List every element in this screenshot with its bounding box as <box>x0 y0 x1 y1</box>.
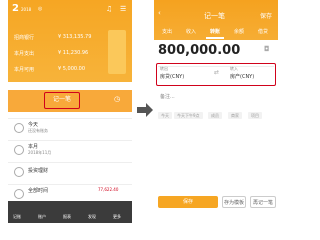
home-screen: 2 2018 ◎ ♫ ☰ 招商银行 ¥ 313,135.79 本月支出 ¥ 11… <box>8 0 132 223</box>
amount-display[interactable]: 800,000.00 <box>158 43 240 58</box>
list-item-amount: 77,622.40 <box>98 187 119 192</box>
balance-label-1: 招商银行 <box>14 35 35 41</box>
save-button[interactable]: 保存 <box>158 196 218 208</box>
arrow-right-icon <box>146 103 153 117</box>
clock-icon[interactable]: ◷ <box>114 96 120 103</box>
wallet-icon <box>14 167 24 177</box>
camera-icon[interactable]: ◘ <box>264 46 270 53</box>
tag-merchant[interactable]: 商家 <box>228 112 242 119</box>
list-item-all[interactable]: 全部时间 77,622.40 <box>8 184 132 202</box>
list-item-sub: 2018年11月 <box>28 150 52 155</box>
balance-value-1: ¥ 313,135.79 <box>58 34 92 40</box>
tag-project[interactable]: 项目 <box>248 112 262 119</box>
bell-icon[interactable]: ♫ <box>106 6 112 13</box>
nav-item-label[interactable]: 报表 <box>63 214 71 220</box>
calendar-icon <box>14 123 24 133</box>
page-title: 记一笔 <box>204 12 225 20</box>
list-item-title: 全部时间 <box>28 188 49 194</box>
balance-value-2: ¥ 11,230.96 <box>58 50 89 56</box>
balance-label-2: 本月支出 <box>14 51 35 57</box>
highlight-box <box>44 92 80 109</box>
balance-label-3: 本月可用 <box>14 67 35 73</box>
list-item-title: 今天 <box>28 122 39 128</box>
balance-value-3: ¥ 5,000.00 <box>58 66 86 72</box>
highlight-box <box>156 63 276 86</box>
tab-balance[interactable]: 余额 <box>234 28 244 35</box>
save-link[interactable]: 保存 <box>260 11 272 20</box>
bottom-nav: 记账 账户 报表 发现 更多 <box>8 201 132 223</box>
savings-jar-image <box>108 30 126 74</box>
eye-icon[interactable]: ◎ <box>38 7 42 12</box>
list-item-title: 本月 <box>28 144 39 150</box>
date-year: 2018 <box>21 7 32 12</box>
date-day: 2 <box>12 3 19 14</box>
tab-loan[interactable]: 借贷 <box>258 28 268 35</box>
save-again-button[interactable]: 再记一笔 <box>250 196 276 208</box>
tag-member[interactable]: 成员 <box>208 112 222 119</box>
record-screen: ‹ 记一笔 保存 支出 收入 转账 余额 借贷 800,000.00 ◘ 转出 … <box>154 0 278 223</box>
nav-item-label[interactable]: 更多 <box>113 214 121 220</box>
list-item-title: 投资理财 <box>28 168 49 174</box>
nav-item-label[interactable]: 发现 <box>88 214 96 220</box>
calendar-icon <box>14 145 24 155</box>
tab-transfer[interactable]: 转账 <box>210 28 220 35</box>
list-item-month[interactable]: 本月 2018年11月 <box>8 140 132 158</box>
back-arrow-icon[interactable]: ‹ <box>158 10 161 17</box>
nav-item-label[interactable]: 记账 <box>13 214 21 220</box>
tab-indicator <box>206 37 224 39</box>
menu-icon[interactable]: ☰ <box>120 6 126 13</box>
tab-expense[interactable]: 支出 <box>162 28 172 35</box>
list-item-today[interactable]: 今天 还没有账务 <box>8 118 132 136</box>
tag-time[interactable]: 今天下午9点 <box>174 112 203 119</box>
save-template-button[interactable]: 存为模板 <box>222 196 246 208</box>
list-item-invest[interactable]: 投资理财 <box>8 162 132 180</box>
memo-input[interactable]: 备注... <box>160 93 175 100</box>
tab-income[interactable]: 收入 <box>186 28 196 35</box>
tag-date[interactable]: 今天 <box>158 112 172 119</box>
list-item-sub: 还没有账务 <box>28 128 48 133</box>
clock-list-icon <box>14 189 24 199</box>
nav-item-label[interactable]: 账户 <box>38 214 46 220</box>
